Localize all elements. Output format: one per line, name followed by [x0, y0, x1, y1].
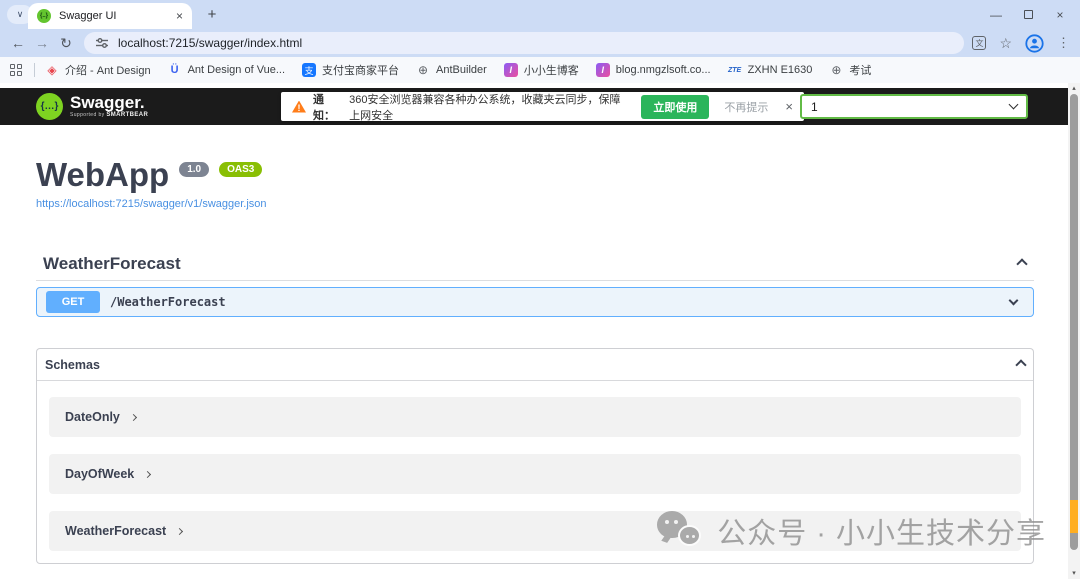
apps-grid-icon[interactable]: [10, 64, 22, 76]
chevron-up-icon: [1016, 258, 1028, 270]
bookmarks-list: ◈ 介绍 - Ant Design Ü Ant Design of Vue...…: [45, 62, 871, 78]
bookmark-favicon-icon: ⊕: [831, 63, 842, 77]
tag-title: WeatherForecast: [43, 254, 181, 273]
version-badge: 1.0: [179, 162, 210, 177]
bookmark-label: blog.nmgzlsoft.co...: [615, 64, 711, 76]
definition-select-value: 1: [811, 99, 818, 114]
chevron-up-icon: [1015, 358, 1027, 371]
notification-banner: ! 通知： 360安全浏览器兼容各种办公系统，收藏夹云同步，保障上网安全 立即使…: [281, 92, 804, 122]
browser-toolbar: ← → ↻ localhost:7215/swagger/index.html …: [0, 29, 1080, 57]
bookmark-label: 考试: [849, 65, 872, 77]
bookmark-favicon-icon: 支: [302, 63, 317, 77]
maximize-icon: [1023, 10, 1033, 19]
schema-model-row[interactable]: DateOnly: [49, 397, 1021, 437]
toolbar-right: 文 ☆ ⋮: [972, 33, 1070, 53]
forward-button[interactable]: →: [30, 35, 54, 51]
spec-url-link[interactable]: https://localhost:7215/swagger/v1/swagge…: [36, 198, 267, 210]
bookmark-item[interactable]: I 小小生博客: [503, 62, 579, 78]
back-button[interactable]: ←: [6, 35, 30, 51]
schema-model-name: WeatherForecast: [65, 524, 167, 538]
warning-icon: !: [292, 100, 306, 113]
use-now-button[interactable]: 立即使用: [641, 94, 710, 119]
watermark: 公众号 · 小小生技术分享: [657, 510, 1046, 552]
swagger-logo-icon: {…}: [36, 93, 63, 120]
chevron-right-icon: [129, 413, 137, 422]
bookmark-star-icon[interactable]: ☆: [999, 35, 1012, 52]
dont-remind-button[interactable]: 不再提示: [724, 99, 768, 115]
bookmark-label: ZXHN E1630: [747, 64, 813, 76]
site-settings-icon[interactable]: [95, 37, 109, 49]
url-text[interactable]: localhost:7215/swagger/index.html: [118, 36, 302, 50]
bookmark-item[interactable]: ⊕ 考试: [829, 62, 871, 78]
swagger-favicon-icon: {..}: [37, 9, 51, 23]
browser-tab[interactable]: {..} Swagger UI ×: [28, 3, 192, 29]
swagger-logo-text: Swagger.: [70, 93, 145, 112]
swagger-logo-subtext: Supported by SMARTBEAR: [70, 112, 149, 118]
watermark-text: 公众号 · 小小生技术分享: [717, 518, 1046, 550]
swagger-topbar: {…} Swagger. Supported by SMARTBEAR ! 通知…: [0, 88, 1068, 125]
scroll-down-icon[interactable]: ▾: [1068, 569, 1080, 577]
bookmarks-divider: [34, 63, 35, 77]
notice-label: 通知：: [313, 93, 335, 122]
api-title: WebApp: [36, 156, 170, 193]
schema-model-row[interactable]: DayOfWeek: [49, 454, 1021, 494]
bookmarks-bar: ◈ 介绍 - Ant Design Ü Ant Design of Vue...…: [0, 57, 1080, 83]
tab-close-icon[interactable]: ×: [176, 9, 183, 23]
notice-text: 360安全浏览器兼容各种办公系统，收藏夹云同步，保障上网安全: [349, 93, 621, 122]
operation-row-get[interactable]: GET /WeatherForecast: [36, 287, 1034, 317]
scrollbar-thumb[interactable]: [1070, 94, 1078, 550]
scroll-up-icon[interactable]: ▴: [1068, 84, 1080, 92]
chevron-down-icon: [1008, 99, 1019, 110]
window-controls: — ×: [980, 0, 1076, 29]
reload-button[interactable]: ↻: [54, 35, 78, 52]
bookmark-item[interactable]: I blog.nmgzlsoft.co...: [595, 63, 711, 77]
bookmark-favicon-icon: ZTE: [727, 66, 742, 74]
bookmark-item[interactable]: 支 支付宝商家平台: [302, 62, 399, 78]
address-bar[interactable]: localhost:7215/swagger/index.html: [84, 32, 965, 54]
minimize-button[interactable]: —: [980, 0, 1012, 29]
profile-avatar-icon[interactable]: [1025, 33, 1044, 53]
bookmark-label: 小小生博客: [523, 65, 579, 77]
chevron-right-icon: [144, 470, 152, 479]
schema-model-name: DateOnly: [65, 410, 120, 424]
definition-select[interactable]: 1: [800, 94, 1028, 119]
chevron-down-icon: ∨: [16, 9, 24, 19]
bookmark-favicon-icon: I: [503, 63, 518, 77]
bookmark-favicon-icon: ⊕: [418, 63, 429, 77]
swagger-logo: {…} Swagger. Supported by SMARTBEAR: [36, 93, 148, 120]
schemas-header[interactable]: Schemas: [37, 349, 1033, 381]
api-info: WebApp 1.0 OAS3 https://localhost:7215/s…: [36, 156, 267, 211]
browser-menu-icon[interactable]: ⋮: [1057, 35, 1070, 51]
bookmark-item[interactable]: ⊕ AntBuilder: [416, 63, 487, 77]
bookmark-item[interactable]: Ü Ant Design of Vue...: [168, 63, 285, 77]
scrollbar-marker: [1070, 500, 1078, 533]
bookmark-label: 介绍 - Ant Design: [65, 65, 151, 77]
close-window-button[interactable]: ×: [1044, 0, 1076, 29]
page-scrollbar[interactable]: ▴ ▾: [1068, 83, 1080, 579]
bookmark-favicon-icon: Ü: [170, 64, 179, 76]
notice-close-icon[interactable]: ×: [785, 99, 793, 114]
browser-titlebar: ∨ {..} Swagger UI × + — ×: [0, 0, 1080, 29]
tab-title: Swagger UI: [59, 10, 117, 22]
bookmark-favicon-icon: ◈: [47, 63, 57, 77]
chevron-right-icon: [176, 527, 184, 536]
bookmark-label: AntBuilder: [436, 64, 487, 76]
tag-section-header[interactable]: WeatherForecast: [36, 248, 1034, 281]
new-tab-button[interactable]: +: [202, 4, 222, 24]
operation-path: /WeatherForecast: [110, 295, 226, 309]
web-content: {…} Swagger. Supported by SMARTBEAR ! 通知…: [0, 83, 1068, 579]
oas3-badge: OAS3: [219, 162, 263, 177]
bookmark-item[interactable]: ◈ 介绍 - Ant Design: [45, 62, 151, 78]
bookmark-label: Ant Design of Vue...: [187, 64, 286, 76]
wechat-icon: [657, 510, 704, 552]
translate-icon[interactable]: 文: [972, 36, 987, 50]
schema-model-name: DayOfWeek: [65, 467, 135, 481]
maximize-button[interactable]: [1012, 0, 1044, 29]
schemas-title: Schemas: [45, 357, 100, 372]
chevron-down-icon: [1008, 295, 1019, 306]
http-method-badge: GET: [46, 291, 100, 313]
bookmark-item[interactable]: ZTE ZXHN E1630: [727, 63, 813, 77]
bookmark-label: 支付宝商家平台: [322, 65, 400, 77]
bookmark-favicon-icon: I: [595, 63, 610, 77]
